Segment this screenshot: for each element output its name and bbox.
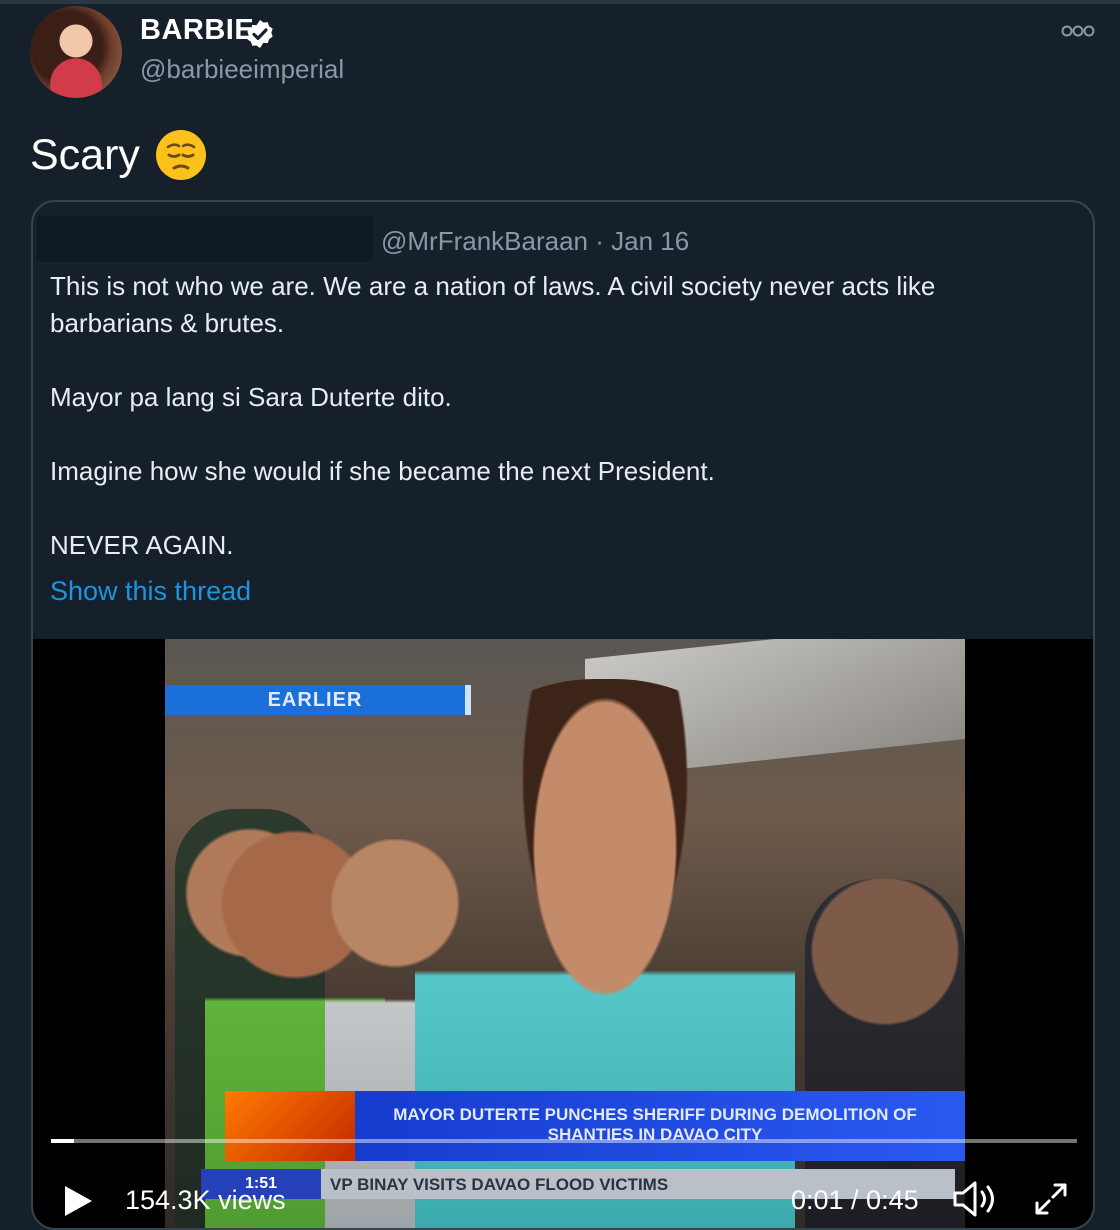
quoted-paragraph: Imagine how she would if she became the … — [50, 456, 715, 486]
pensive-face-emoji-icon — [155, 130, 206, 180]
verified-badge-icon — [247, 20, 273, 48]
show-thread-link[interactable]: Show this thread — [50, 576, 251, 607]
quoted-tweet[interactable]: @MrFrankBaraan · Jan 16 This is not who … — [31, 200, 1095, 1230]
video-time: 0:01 / 0:45 — [791, 1185, 919, 1215]
more-options-icon[interactable] — [1060, 24, 1096, 38]
quoted-paragraph: This is not who we are. We are a nation … — [50, 271, 936, 338]
avatar[interactable] — [30, 6, 122, 98]
earlier-tag: EARLIER — [267, 689, 363, 711]
video-progress-bar[interactable] — [51, 1139, 1077, 1143]
view-count: 154.3K views — [125, 1185, 286, 1215]
quoted-paragraph: Mayor pa lang si Sara Duterte dito. — [50, 382, 452, 412]
video-player[interactable]: EARLIER MAYOR DUTERTE PUNCHES SHERIFF DU… — [33, 639, 1093, 1228]
quoted-tweet-body: This is not who we are. We are a nation … — [50, 268, 1060, 601]
news-logo — [225, 1091, 355, 1161]
quoted-paragraph: NEVER AGAIN. — [50, 530, 234, 560]
tweet-text-content: Scary — [30, 130, 140, 179]
video-progress-fill — [51, 1139, 74, 1143]
quoted-tweet-meta[interactable]: @MrFrankBaraan · Jan 16 — [381, 226, 689, 257]
display-name[interactable]: BARBIE — [140, 14, 254, 47]
video-controls: 154.3K views 0:01 / 0:45 — [33, 1169, 1093, 1228]
user-handle[interactable]: @barbieeimperial — [140, 54, 344, 85]
fullscreen-icon[interactable] — [1031, 1179, 1071, 1219]
volume-icon[interactable] — [951, 1179, 999, 1219]
quoted-author-name-redacted — [37, 216, 373, 262]
tweet-text: Scary — [30, 128, 208, 182]
play-icon[interactable] — [61, 1183, 95, 1219]
top-divider — [0, 0, 1120, 4]
